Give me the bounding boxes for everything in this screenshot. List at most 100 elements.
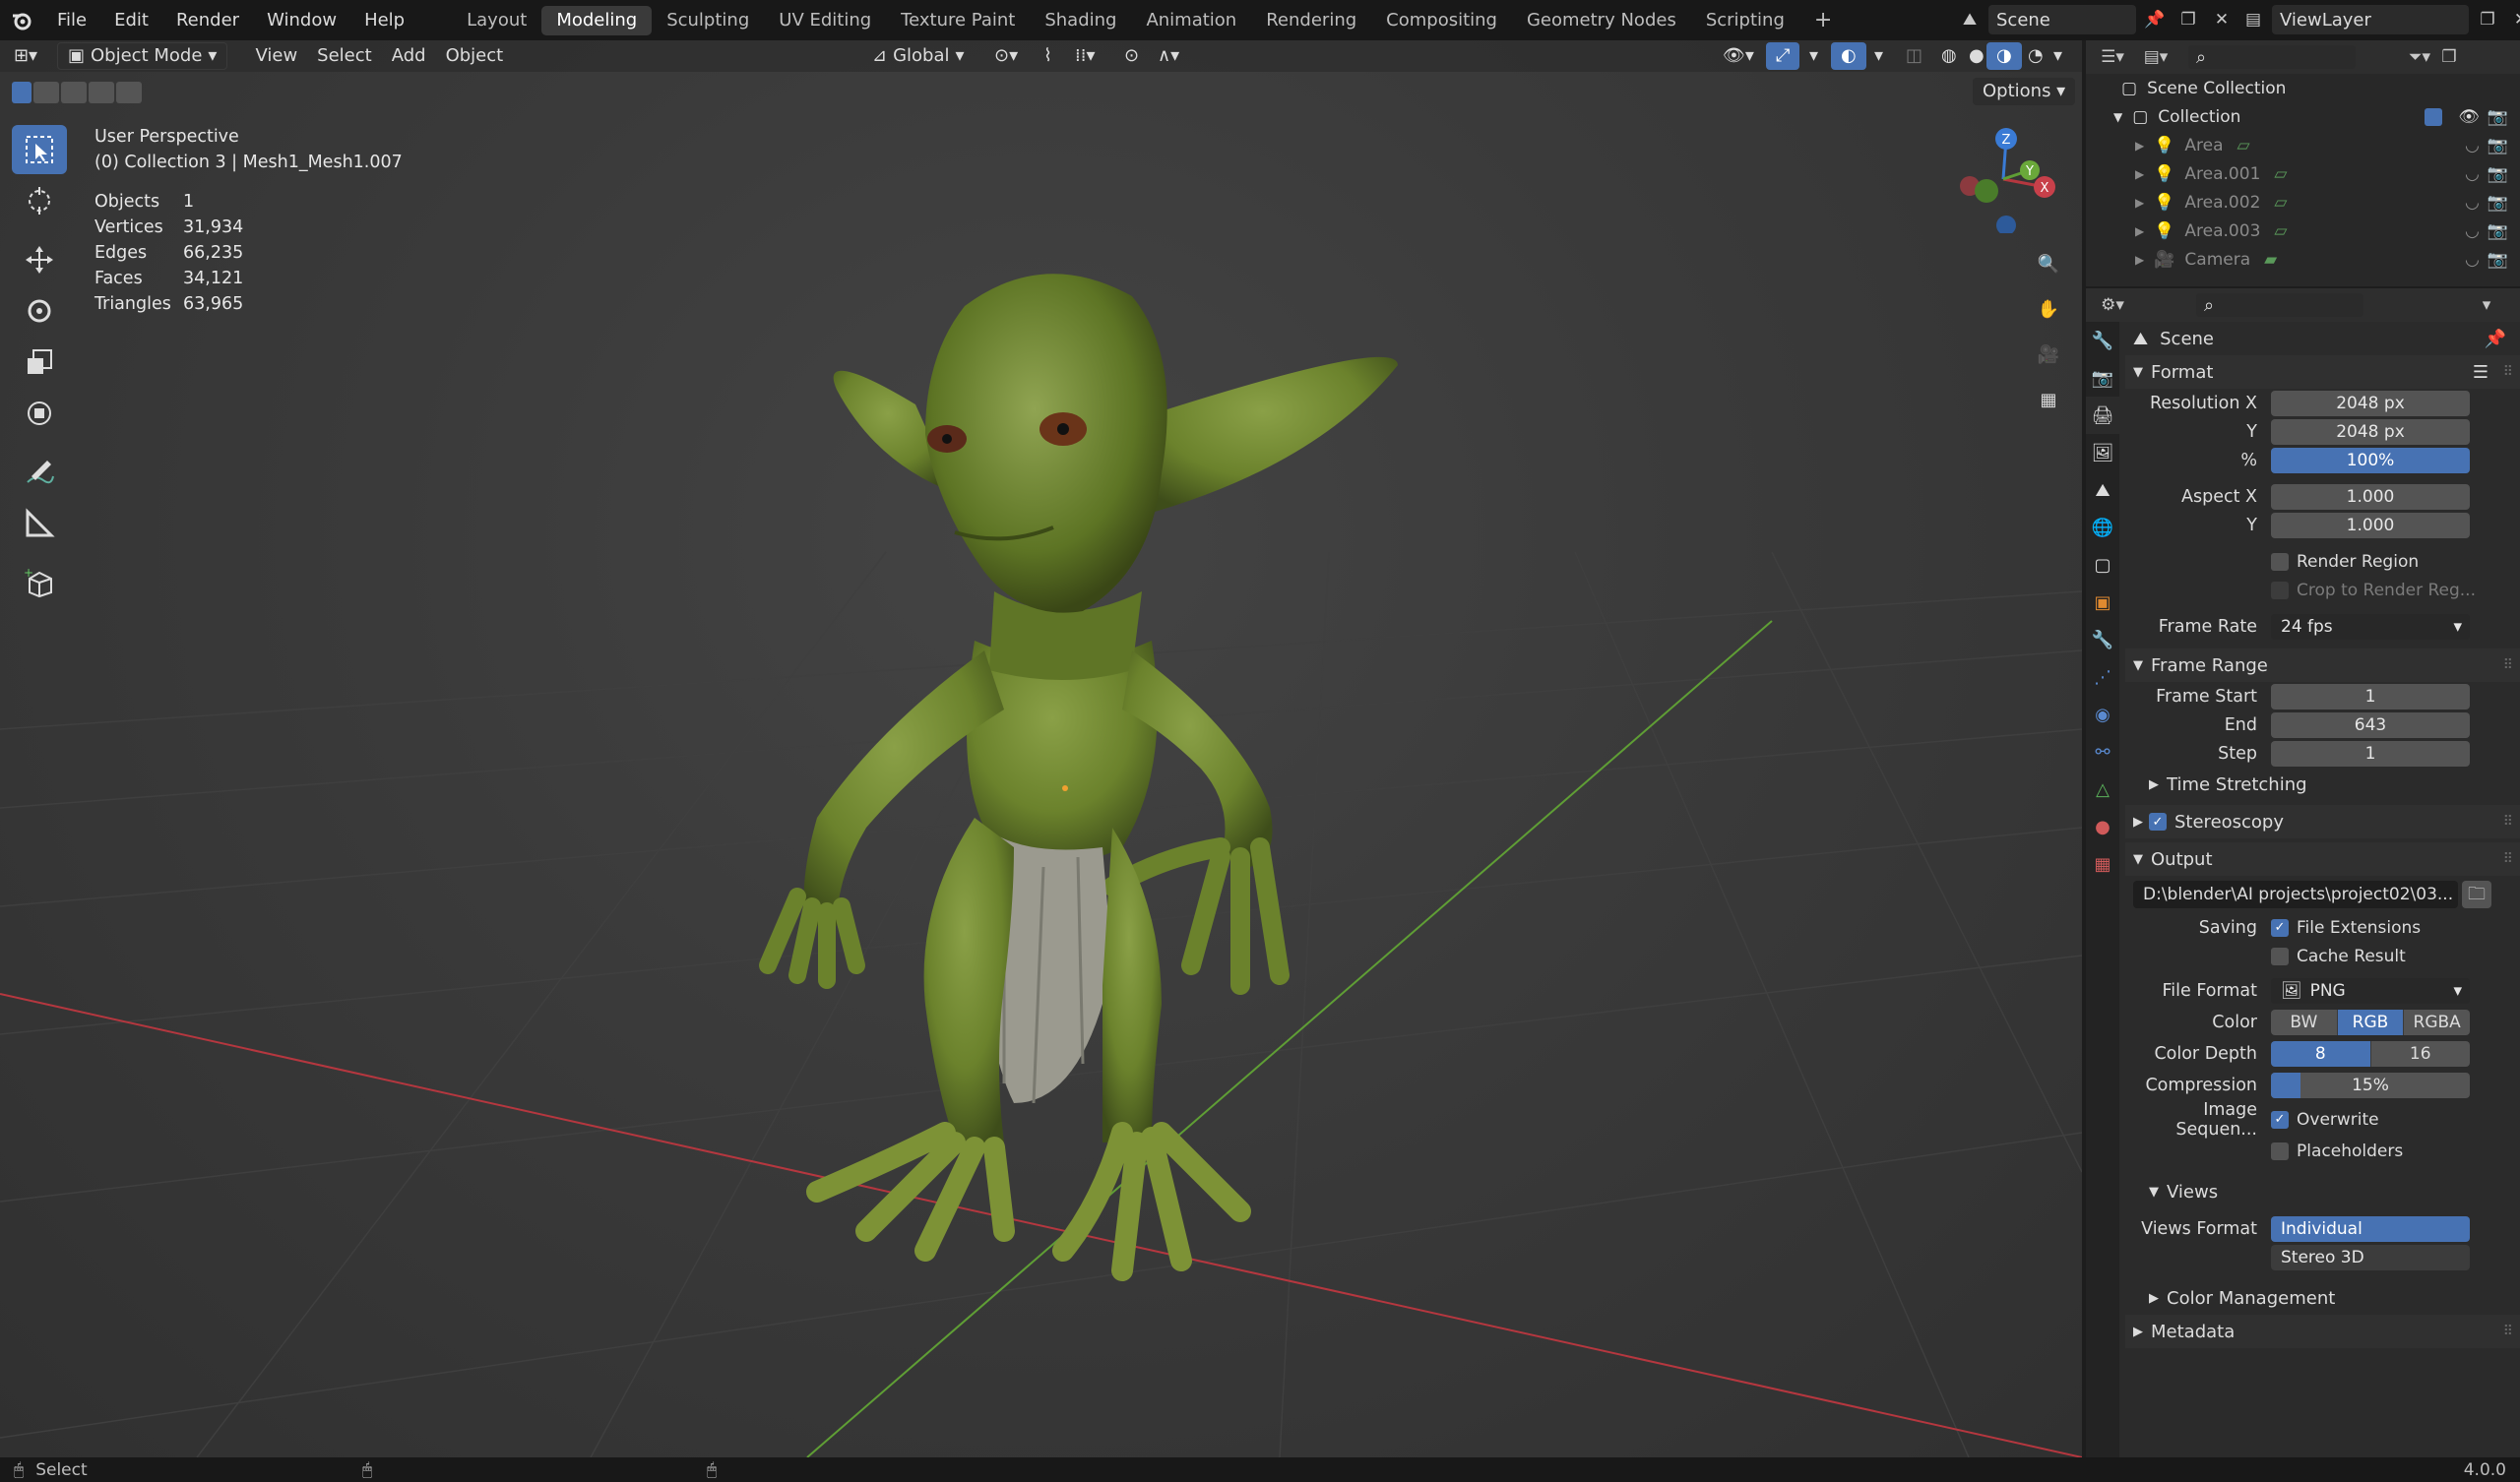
ortho-grid-icon[interactable]: ▦ [2032, 383, 2065, 416]
color-management-subpanel[interactable]: ▶ Color Management [2125, 1281, 2520, 1315]
menu-object[interactable]: Object [436, 42, 514, 70]
outliner-item-area-003[interactable]: ▶ 💡 Area.003 ▱ ◡ 📷 [2086, 216, 2520, 245]
menu-render[interactable]: Render [162, 0, 253, 40]
new-collection-icon[interactable]: ❐ [2434, 42, 2464, 72]
blender-logo-icon[interactable] [0, 0, 43, 40]
view-layer-tab-icon[interactable]: 🖼 [2086, 434, 2119, 471]
mode-dropdown[interactable]: ▣ Object Mode ▾ [57, 42, 228, 70]
exclude-checkbox[interactable] [2425, 107, 2443, 126]
aspect-y-field[interactable]: 1.000 [2271, 512, 2470, 538]
properties-search-input[interactable]: ⌕ [2196, 293, 2363, 317]
scene-tab-icon[interactable]: ⛰ [2086, 471, 2119, 509]
expand-icon[interactable]: ▶ [2135, 253, 2144, 267]
tab-compositing[interactable]: Compositing [1371, 6, 1512, 35]
camera-icon[interactable]: 📷 [2488, 164, 2508, 184]
pin-icon[interactable]: 📌 [2140, 5, 2170, 34]
overlays-icon[interactable]: ◐ [1831, 42, 1866, 70]
view-layer-icon[interactable]: ▤ [2238, 5, 2268, 34]
tab-animation[interactable]: Animation [1131, 6, 1251, 35]
select-extend-icon[interactable] [33, 82, 59, 103]
views-stereo3d-option[interactable]: Stereo 3D [2271, 1244, 2470, 1270]
scene-collection-row[interactable]: ▢ Scene Collection [2086, 74, 2520, 102]
color-depth-8-option[interactable]: 8 [2271, 1040, 2371, 1067]
select-intersect-icon[interactable] [116, 82, 142, 103]
resolution-y-field[interactable]: 2048 px [2271, 418, 2470, 445]
aspect-x-field[interactable]: 1.000 [2271, 483, 2470, 510]
navigation-gizmo[interactable]: Z X Y [1949, 125, 2057, 233]
pan-hand-icon[interactable]: ✋ [2032, 292, 2065, 326]
close-scene-icon[interactable]: ✕ [2207, 5, 2236, 34]
tab-sculpting[interactable]: Sculpting [652, 6, 764, 35]
output-panel-header[interactable]: ▼ Output ⠿ [2125, 842, 2520, 876]
color-rgb-option[interactable]: RGB [2337, 1009, 2405, 1035]
proportional-editing-icon[interactable]: ⊙ [1114, 42, 1149, 70]
color-depth-16-option[interactable]: 16 [2370, 1040, 2470, 1067]
tab-scripting[interactable]: Scripting [1691, 6, 1799, 35]
data-tab-icon[interactable]: △ [2086, 771, 2119, 808]
output-path-field[interactable]: D:\blender\AI projects\project02\03... [2133, 881, 2458, 908]
measure-tool[interactable] [12, 499, 67, 548]
transform-tool[interactable] [12, 389, 67, 438]
modifier-tab-icon[interactable]: 🔧 [2086, 621, 2119, 658]
expand-icon[interactable]: ▶ [2135, 196, 2144, 210]
menu-view[interactable]: View [245, 42, 307, 70]
annotate-tool[interactable] [12, 448, 67, 497]
scene-name-field[interactable]: Scene [1988, 5, 2136, 34]
display-mode-icon[interactable]: ▤▾ [2141, 42, 2171, 72]
menu-help[interactable]: Help [350, 0, 418, 40]
crop-row[interactable]: Crop to Render Reg... [2125, 576, 2520, 604]
tab-uv-editing[interactable]: UV Editing [764, 6, 886, 35]
tab-texture-paint[interactable]: Texture Paint [886, 6, 1030, 35]
goblin-mesh-object[interactable] [689, 217, 1437, 1359]
world-tab-icon[interactable]: 🌐 [2086, 509, 2119, 546]
resolution-x-field[interactable]: 2048 px [2271, 390, 2470, 416]
tab-shading[interactable]: Shading [1030, 6, 1131, 35]
frame-range-panel-header[interactable]: ▼ Frame Range ⠿ [2125, 648, 2520, 682]
menu-select[interactable]: Select [307, 42, 382, 70]
select-subtract-icon[interactable] [61, 82, 87, 103]
collection-row[interactable]: ▼ ▢ Collection 👁 📷 [2086, 102, 2520, 131]
cursor-tool[interactable] [12, 176, 67, 225]
material-tab-icon[interactable]: ● [2086, 808, 2119, 845]
overwrite-checkbox[interactable]: ✓ [2271, 1110, 2289, 1129]
frame-start-field[interactable]: 1 [2271, 683, 2470, 710]
select-new-icon[interactable] [12, 82, 32, 103]
particles-tab-icon[interactable]: ⋰ [2086, 658, 2119, 696]
outliner-item-area[interactable]: ▶ 💡 Area ▱ ◡ 📷 [2086, 131, 2520, 159]
color-rgba-option[interactable]: RGBA [2404, 1009, 2470, 1035]
expand-icon[interactable]: ▶ [2135, 139, 2144, 153]
shading-dropdown-icon[interactable]: ▾ [2044, 42, 2072, 70]
resolution-percent-field[interactable]: 100% [2271, 447, 2470, 473]
constraints-tab-icon[interactable]: ⚯ [2086, 733, 2119, 771]
outliner-item-camera[interactable]: ▶ 🎥 Camera ▰ ◡ 📷 [2086, 245, 2520, 274]
render-region-checkbox[interactable] [2271, 552, 2289, 571]
filter-icon[interactable]: ⏷▾ [2405, 42, 2434, 72]
falloff-icon[interactable]: ∧▾ [1148, 42, 1189, 70]
select-box-tool[interactable] [12, 125, 67, 174]
hidden-icon[interactable]: ◡ [2465, 164, 2480, 184]
pin-icon[interactable]: 📌 [2485, 329, 2506, 349]
file-format-dropdown[interactable]: 🖼 PNG ▾ [2271, 977, 2470, 1004]
zoom-icon[interactable]: 🔍 [2032, 247, 2065, 280]
stereoscopy-panel-header[interactable]: ▶ ✓ Stereoscopy ⠿ [2125, 805, 2520, 838]
options-dropdown[interactable]: Options ▾ [1973, 78, 2076, 105]
views-subpanel-header[interactable]: ▼ Views [2125, 1175, 2520, 1208]
tab-layout[interactable]: Layout [452, 6, 541, 35]
compression-slider[interactable]: 15% [2271, 1072, 2470, 1098]
placeholders-checkbox[interactable] [2271, 1142, 2289, 1160]
properties-editor-icon[interactable]: ⚙▾ [2098, 290, 2127, 320]
outliner-item-area-002[interactable]: ▶ 💡 Area.002 ▱ ◡ 📷 [2086, 188, 2520, 216]
expand-icon[interactable]: ▶ [2135, 167, 2144, 181]
hidden-icon[interactable]: ◡ [2465, 250, 2480, 270]
menu-window[interactable]: Window [253, 0, 350, 40]
cache-result-checkbox[interactable] [2271, 947, 2289, 965]
snap-icon[interactable]: ⌇ [1034, 42, 1062, 70]
add-workspace-button[interactable]: + [1799, 6, 1847, 35]
tab-modeling[interactable]: Modeling [541, 5, 653, 35]
transform-orientation-dropdown[interactable]: ⊿ Global ▾ [862, 42, 975, 70]
outliner-search-input[interactable]: ⌕ [2188, 45, 2356, 69]
hidden-icon[interactable]: ◡ [2465, 221, 2480, 241]
expand-icon[interactable]: ▶ [2135, 224, 2144, 238]
snap-target-icon[interactable]: ⁞⁞▾ [1065, 42, 1104, 70]
object-tab-icon[interactable]: ▣ [2086, 584, 2119, 621]
